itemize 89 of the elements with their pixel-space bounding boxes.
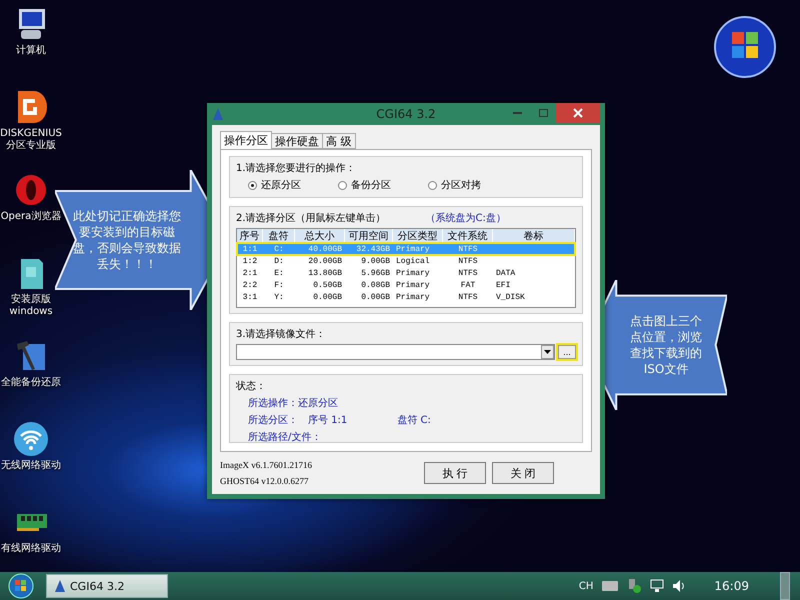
table-cell-text: V_DISK xyxy=(495,292,526,302)
network-icon[interactable] xyxy=(650,579,664,593)
status-text: 所选分区： xyxy=(248,414,298,427)
table-cell-text: 2:1 xyxy=(242,268,258,278)
table-cell-text: 9.00GB xyxy=(360,256,391,266)
table-cell-text: 20.00GB xyxy=(307,256,343,266)
table-cell-text: NTFS xyxy=(457,268,479,278)
tab[interactable]: 高 级 xyxy=(322,133,356,149)
table-cell-text: 0.08GB xyxy=(360,280,391,290)
wifi-icon xyxy=(13,421,49,457)
radio-label: 还原分区 xyxy=(261,179,301,192)
version-text: ImageX v6.1.7601.21716 xyxy=(220,460,312,470)
maximize-icon xyxy=(538,109,548,117)
app-icon xyxy=(55,580,65,592)
table-cell-text: DATA xyxy=(495,268,516,278)
table-cell-text: 13.80GB xyxy=(307,268,343,278)
dialog-button[interactable]: 执 行 xyxy=(424,462,486,484)
table-cell-text: Y: xyxy=(273,292,285,302)
table-cell-text: 5.96GB xyxy=(360,268,391,278)
radio-label: 分区对拷 xyxy=(441,178,481,192)
system-disk-note: （系统盘为C:盘） xyxy=(426,212,506,225)
table-cell-text: NTFS xyxy=(457,256,479,266)
clock[interactable]: 16:09 xyxy=(714,579,749,593)
desktop-icon-label[interactable]: DISKGENIUS 分区专业版 xyxy=(0,128,62,152)
table-cell-text: 0.00GB xyxy=(360,292,391,302)
table-cell-text: 32.43GB xyxy=(355,244,391,254)
status-title: 状态： xyxy=(236,380,267,393)
table-cell-text: 2:2 xyxy=(242,280,258,290)
radio-button[interactable] xyxy=(428,180,437,190)
device-check-icon[interactable] xyxy=(627,579,642,593)
desktop-icon-label[interactable]: 计算机 xyxy=(16,45,46,57)
table-cell-text: 0.50GB xyxy=(312,280,343,290)
table-cell-text: 1:2 xyxy=(242,256,258,266)
partition-row[interactable]: 1:2 D: 20.00GB 9.00GB Logical NTFS xyxy=(237,255,575,267)
opera-logo-icon xyxy=(13,172,49,208)
desktop-icon-label[interactable]: 全能备份还原 xyxy=(1,377,61,389)
taskbar-button[interactable]: CGI64 3.2 xyxy=(46,574,168,598)
partition-row[interactable]: 2:2 F: 0.50GB 0.08GB Primary FAT EFI xyxy=(237,279,575,291)
tab[interactable]: 操作分区 xyxy=(220,131,272,149)
keyboard-icon[interactable] xyxy=(602,581,618,591)
table-cell-text: Primary xyxy=(395,268,431,278)
tab[interactable]: 操作硬盘 xyxy=(271,133,323,149)
start-button[interactable] xyxy=(6,573,36,599)
desktop-icon-label[interactable]: Opera浏览器 xyxy=(0,211,62,223)
version-text: GHOST64 v12.0.0.6277 xyxy=(220,476,310,486)
table-cell-text: EFI xyxy=(495,280,512,290)
table-cell-text: D: xyxy=(273,256,285,266)
language-indicator[interactable]: CH xyxy=(578,580,594,592)
table-cell-text: 40.00GB xyxy=(307,244,343,254)
status-text: 序号 1:1 xyxy=(308,414,348,427)
table-cell-text: 3:1 xyxy=(242,292,258,302)
partition-row[interactable]: 3:1 Y: 0.00GB 0.00GB Primary NTFS V_DISK xyxy=(237,291,575,303)
table-cell-text: Primary xyxy=(395,280,431,290)
partition-row[interactable]: 2:1 E: 13.80GB 5.96GB Primary NTFS DATA xyxy=(237,267,575,279)
group-label: 1.请选择您要进行的操作： xyxy=(236,162,357,175)
desktop-icon-label[interactable]: 无线网络驱动 xyxy=(1,460,61,472)
status-text: 盘符 C: xyxy=(397,414,431,427)
minimize-icon xyxy=(512,112,522,114)
status-text: 所选操作：还原分区 xyxy=(248,396,338,410)
table-cell-text: NTFS xyxy=(457,244,479,254)
table-cell-text: C: xyxy=(273,244,285,254)
close-button[interactable] xyxy=(556,103,600,123)
radio-button[interactable] xyxy=(338,180,347,190)
dialog-button[interactable]: 关 闭 xyxy=(492,462,554,484)
table-cell-text: Primary xyxy=(395,244,431,254)
app-icon xyxy=(212,107,224,121)
window-title: CGI64 3.2 xyxy=(375,107,437,121)
table-cell-text: Logical xyxy=(395,256,431,266)
caret-icon xyxy=(544,350,551,354)
table-cell-text: E: xyxy=(273,268,285,278)
table-cell-text: 0.00GB xyxy=(312,292,343,302)
close-icon xyxy=(573,108,583,118)
dropdown-button[interactable] xyxy=(541,345,554,359)
windows-logo-icon xyxy=(714,16,776,78)
table-cell-text: Primary xyxy=(395,292,431,302)
table-cell-text: 1:1 xyxy=(242,244,258,254)
radio-label: 备份分区 xyxy=(351,179,391,192)
group-label: 2.请选择分区（用鼠标左键单击） xyxy=(236,212,386,225)
desktop-icon-label[interactable]: 有线网络驱动 xyxy=(1,543,61,555)
browse-button[interactable]: ... xyxy=(558,345,576,359)
radio-button[interactable] xyxy=(248,180,257,190)
desktop-icon-label[interactable]: 安装原版 windows xyxy=(9,294,53,318)
table-cell-text: F: xyxy=(273,280,285,290)
table-cell-text: FAT xyxy=(460,280,476,290)
table-cell-text: NTFS xyxy=(457,292,479,302)
group-label: 3.请选择镜像文件： xyxy=(236,328,327,341)
callout-text: 点击图上三个点位置，浏览查找下载到的ISO文件 xyxy=(629,312,703,378)
status-text: 所选路径/文件： xyxy=(248,430,322,444)
callout-text: 此处切记正确选择您要安装到的目标磁盘，否则会导致数据丢失！！！ xyxy=(72,208,182,272)
